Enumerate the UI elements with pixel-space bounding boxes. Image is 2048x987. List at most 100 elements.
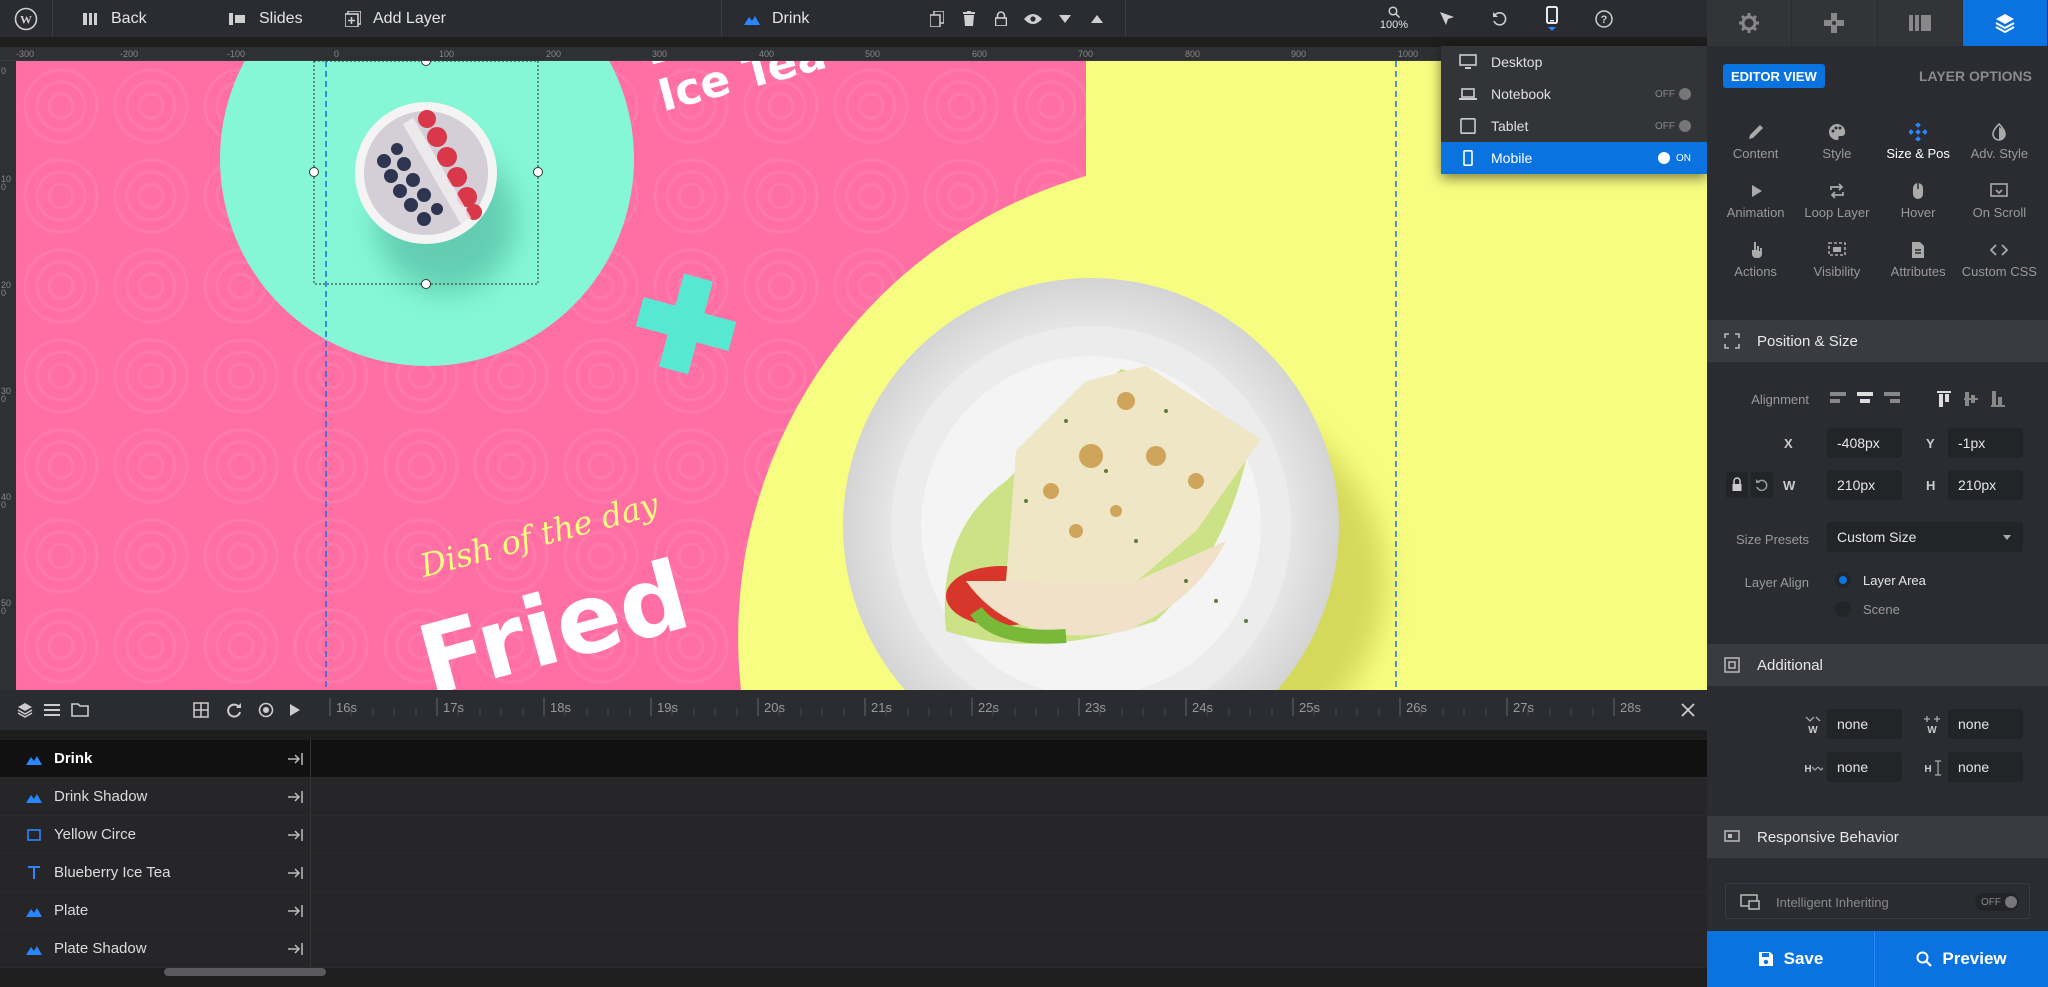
y-input[interactable]: -1px xyxy=(1948,428,2023,458)
zoom-button[interactable]: 100% xyxy=(1368,0,1420,37)
arrow-end-icon[interactable] xyxy=(288,904,304,918)
move-up-button[interactable] xyxy=(1081,0,1113,37)
option-attributes[interactable]: Attributes xyxy=(1878,230,1959,289)
layer-track[interactable] xyxy=(310,816,1707,853)
option-animation[interactable]: Animation xyxy=(1715,171,1796,230)
back-button[interactable]: Back xyxy=(53,0,229,37)
option-custom-css[interactable]: Custom CSS xyxy=(1959,230,2040,289)
select-tool-button[interactable] xyxy=(1420,0,1474,37)
device-toggle[interactable]: OFF xyxy=(1655,120,1691,132)
option-style[interactable]: Style xyxy=(1796,112,1877,171)
layer-name-cell[interactable]: Plate xyxy=(0,892,310,929)
option-hover[interactable]: Hover xyxy=(1878,171,1959,230)
tab-layers[interactable] xyxy=(1962,0,2048,46)
reset-icon[interactable] xyxy=(1751,472,1773,498)
resize-handle[interactable] xyxy=(309,167,319,177)
play-icon[interactable] xyxy=(289,703,301,717)
preview-button[interactable]: Preview xyxy=(1875,931,2048,987)
layer-align-radio-scene[interactable]: Scene xyxy=(1835,601,1900,617)
current-layer-selector[interactable]: Drink xyxy=(722,0,921,37)
layer-row[interactable]: Plate xyxy=(0,892,1707,930)
layer-name-cell[interactable]: Drink Shadow xyxy=(0,778,310,815)
slides-button[interactable]: Slides xyxy=(229,0,345,37)
option-loop-layer[interactable]: Loop Layer xyxy=(1796,171,1877,230)
refresh-icon[interactable] xyxy=(226,702,242,718)
lock-layer-button[interactable] xyxy=(985,0,1017,37)
align-vertical-icons[interactable] xyxy=(1936,390,2010,408)
timeline-ruler[interactable]: 16s 17s 18s 19s 20s 21s 22s 23s 24s 25s … xyxy=(326,690,1666,730)
tab-settings[interactable] xyxy=(1707,0,1793,46)
max-height-input[interactable]: none xyxy=(1948,752,2023,782)
layer-row[interactable]: Drink Shadow xyxy=(0,778,1707,816)
undo-button[interactable] xyxy=(1474,0,1526,37)
device-mobile-button[interactable] xyxy=(1526,0,1578,37)
duplicate-layer-button[interactable] xyxy=(921,0,953,37)
device-notebook[interactable]: Notebook OFF xyxy=(1441,78,1707,110)
arrow-end-icon[interactable] xyxy=(288,828,304,842)
option-actions[interactable]: Actions xyxy=(1715,230,1796,289)
section-position-size[interactable]: Position & Size xyxy=(1707,320,2048,362)
resize-handle[interactable] xyxy=(533,167,543,177)
save-button[interactable]: Save xyxy=(1707,931,1874,987)
layer-track[interactable] xyxy=(310,892,1707,929)
animation-icon[interactable] xyxy=(258,702,274,718)
option-content[interactable]: Content xyxy=(1715,112,1796,171)
wordpress-logo[interactable]: W xyxy=(0,0,52,37)
layers-icon[interactable] xyxy=(17,702,33,718)
device-tablet[interactable]: Tablet OFF xyxy=(1441,110,1707,142)
min-height-input[interactable]: none xyxy=(1827,752,1902,782)
layer-name-cell[interactable]: Blueberry Ice Tea xyxy=(0,854,310,891)
layer-align-radio-area[interactable]: Layer Area xyxy=(1835,572,1926,588)
layer-track[interactable] xyxy=(310,778,1707,815)
layer-row[interactable]: Plate Shadow xyxy=(0,930,1707,968)
layer-row[interactable]: Drink xyxy=(0,740,1707,778)
grid-icon[interactable] xyxy=(193,702,209,718)
h-input[interactable]: 210px xyxy=(1948,470,2023,500)
option-size-pos[interactable]: Size & Pos xyxy=(1878,112,1959,171)
list-icon[interactable] xyxy=(44,703,60,717)
resize-handle[interactable] xyxy=(421,279,431,289)
layer-name-cell[interactable]: Yellow Circe xyxy=(0,816,310,853)
visibility-button[interactable] xyxy=(1017,0,1049,37)
delete-layer-button[interactable] xyxy=(953,0,985,37)
tab-navigation[interactable] xyxy=(1792,0,1878,46)
align-horizontal-icons[interactable] xyxy=(1828,390,1902,408)
arrow-end-icon[interactable] xyxy=(288,752,304,766)
toggle-knob xyxy=(1679,120,1691,132)
option-on-scroll[interactable]: On Scroll xyxy=(1959,171,2040,230)
min-width-input[interactable]: none xyxy=(1827,709,1902,739)
layer-track[interactable] xyxy=(310,740,1707,777)
max-width-input[interactable]: none xyxy=(1948,709,2023,739)
layer-track[interactable] xyxy=(310,930,1707,967)
option-visibility[interactable]: Visibility xyxy=(1796,230,1877,289)
arrow-end-icon[interactable] xyxy=(288,866,304,880)
device-toggle[interactable]: OFF xyxy=(1655,88,1691,100)
tab-slides-library[interactable] xyxy=(1877,0,1963,46)
move-down-button[interactable] xyxy=(1049,0,1081,37)
layer-name-cell[interactable]: Drink xyxy=(0,740,310,777)
size-presets-select[interactable]: Custom Size xyxy=(1827,522,2023,552)
section-additional[interactable]: Additional xyxy=(1707,644,2048,686)
layer-row[interactable]: Blueberry Ice Tea xyxy=(0,854,1707,892)
device-toggle[interactable]: ON xyxy=(1658,152,1691,164)
lock-ratio-icon[interactable] xyxy=(1726,472,1748,498)
arrow-end-icon[interactable] xyxy=(288,790,304,804)
close-icon[interactable] xyxy=(1680,702,1696,718)
editor-view-button[interactable]: EDITOR VIEW xyxy=(1723,64,1825,88)
add-layer-button[interactable]: Add Layer xyxy=(345,0,721,37)
help-button[interactable]: ? xyxy=(1578,0,1630,37)
option-adv-style[interactable]: Adv. Style xyxy=(1959,112,2040,171)
back-icon xyxy=(83,12,97,25)
layer-name-cell[interactable]: Plate Shadow xyxy=(0,930,310,967)
timeline-scrollbar[interactable] xyxy=(164,968,326,976)
layer-row[interactable]: Yellow Circe xyxy=(0,816,1707,854)
device-desktop[interactable]: Desktop xyxy=(1441,46,1707,78)
folder-icon[interactable] xyxy=(71,703,89,717)
section-responsive[interactable]: Responsive Behavior xyxy=(1707,816,2048,858)
intelligent-inheriting-toggle[interactable]: OFF xyxy=(1975,893,2019,911)
device-mobile[interactable]: Mobile ON xyxy=(1441,142,1707,174)
layer-track[interactable] xyxy=(310,854,1707,891)
x-input[interactable]: -408px xyxy=(1827,428,1902,458)
arrow-end-icon[interactable] xyxy=(288,942,304,956)
w-input[interactable]: 210px xyxy=(1827,470,1902,500)
